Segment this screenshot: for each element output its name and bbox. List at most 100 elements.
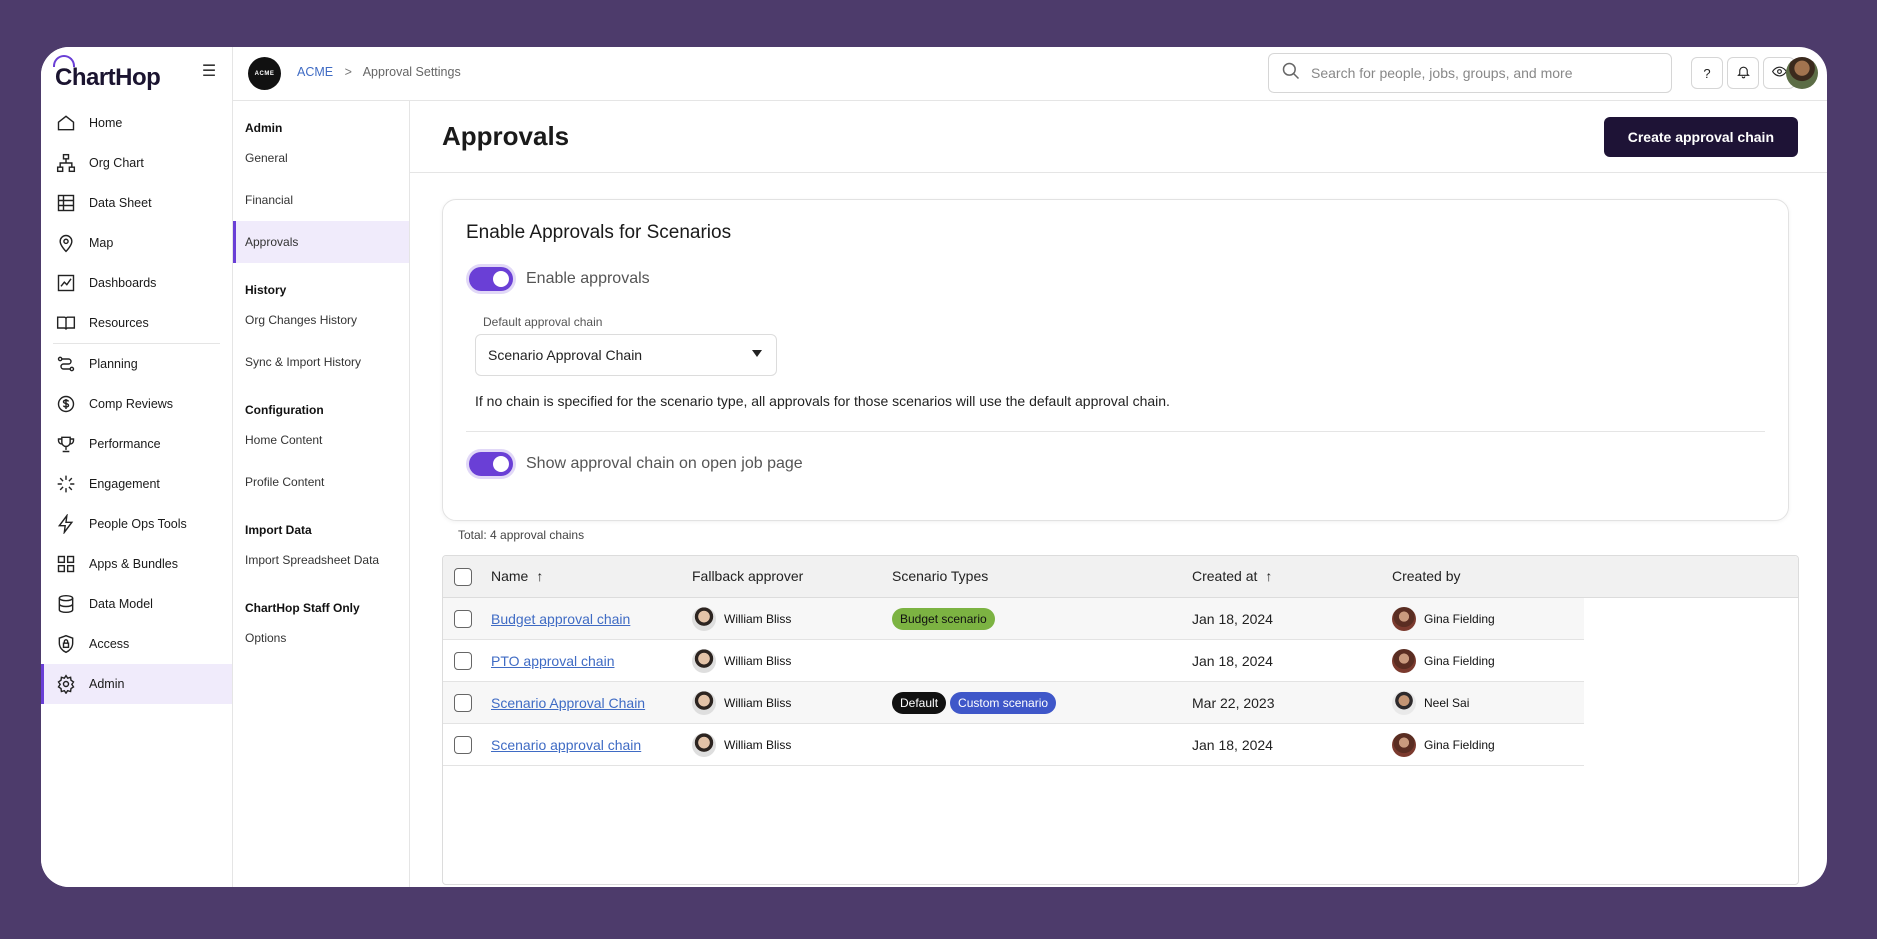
dashboard-icon: [55, 272, 77, 294]
breadcrumb-org-link[interactable]: ACME: [297, 65, 333, 79]
subnav-item-approvals[interactable]: Approvals: [233, 221, 409, 263]
nav-item-dashboards[interactable]: Dashboards: [41, 263, 232, 303]
created-at: Jan 18, 2024: [1192, 611, 1273, 627]
row-checkbox[interactable]: [454, 610, 472, 628]
person-name: William Bliss: [724, 738, 792, 752]
person-name: Gina Fielding: [1424, 738, 1495, 752]
nav-item-comp-reviews[interactable]: Comp Reviews: [41, 384, 232, 424]
subnav-item-options[interactable]: Options: [233, 617, 409, 659]
approval-chain-link[interactable]: Budget approval chain: [491, 611, 630, 627]
column-header-scenario-types[interactable]: Scenario Types: [892, 568, 988, 584]
help-button[interactable]: ?: [1691, 57, 1723, 89]
scenario-tag: Custom scenario: [950, 692, 1057, 714]
fallback-approver[interactable]: William Bliss: [692, 724, 791, 766]
row-checkbox[interactable]: [454, 652, 472, 670]
nav-item-map[interactable]: Map: [41, 223, 232, 263]
subnav-item-home-content[interactable]: Home Content: [233, 419, 409, 461]
default-chain-select[interactable]: Scenario Approval Chain: [475, 334, 777, 376]
subnav-item-import-spreadsheet-data[interactable]: Import Spreadsheet Data: [233, 539, 409, 581]
approval-chain-link[interactable]: Scenario approval chain: [491, 737, 641, 753]
table-row: Scenario Approval Chain William Bliss De…: [443, 682, 1584, 724]
brand[interactable]: ChartHop ☰: [41, 47, 232, 101]
nav-item-label: Map: [89, 236, 114, 250]
bell-icon: [1736, 64, 1751, 82]
created-by[interactable]: Gina Fielding: [1392, 640, 1495, 682]
created-by[interactable]: Gina Fielding: [1392, 724, 1495, 766]
created-at: Mar 22, 2023: [1192, 695, 1275, 711]
nav-item-planning[interactable]: Planning: [41, 344, 232, 384]
create-approval-chain-button[interactable]: Create approval chain: [1603, 117, 1798, 157]
avatar: [692, 733, 716, 757]
brand-logo: ChartHop: [55, 64, 161, 91]
org-logo[interactable]: ACME: [248, 57, 281, 90]
column-scenario-types-label: Scenario Types: [892, 568, 989, 584]
charthop-logo-mark-icon: [53, 55, 75, 67]
subnav-content: Admin General Financial Approvals Histor…: [233, 101, 409, 659]
nav-item-access[interactable]: Access: [41, 624, 232, 664]
scenario-tag: Budget scenario: [892, 608, 995, 630]
nav-item-performance[interactable]: Performance: [41, 424, 232, 464]
chevron-down-icon: [752, 350, 762, 357]
column-header-fallback[interactable]: Fallback approver: [692, 568, 803, 584]
created-at: Jan 18, 2024: [1192, 737, 1273, 753]
org-chart-icon: [55, 152, 77, 174]
show-chain-toggle[interactable]: [469, 452, 513, 476]
enable-approvals-toggle[interactable]: [469, 267, 513, 291]
nav-item-engagement[interactable]: Engagement: [41, 464, 232, 504]
row-checkbox[interactable]: [454, 694, 472, 712]
lock-icon: [55, 633, 77, 655]
nav-item-label: Resources: [89, 316, 149, 330]
search-input[interactable]: [1311, 65, 1651, 81]
select-all-checkbox[interactable]: [454, 568, 472, 586]
person-name: William Bliss: [724, 612, 792, 626]
sparkle-icon: [55, 473, 77, 495]
row-checkbox[interactable]: [454, 736, 472, 754]
nav-item-home[interactable]: Home: [41, 103, 232, 143]
home-icon: [55, 112, 77, 134]
global-search[interactable]: [1268, 53, 1672, 93]
subnav-item-financial[interactable]: Financial: [233, 179, 409, 221]
nav-item-org-chart[interactable]: Org Chart: [41, 143, 232, 183]
subnav-item-profile-content[interactable]: Profile Content: [233, 461, 409, 503]
subnav-item-general[interactable]: General: [233, 137, 409, 179]
person-name: Gina Fielding: [1424, 612, 1495, 626]
user-avatar[interactable]: [1786, 57, 1818, 89]
nav-item-label: Engagement: [89, 477, 160, 491]
notifications-button[interactable]: [1727, 57, 1759, 89]
table-row: Scenario approval chain William Bliss Ja…: [443, 724, 1584, 766]
nav-item-apps-bundles[interactable]: Apps & Bundles: [41, 544, 232, 584]
avatar: [1392, 607, 1416, 631]
nav-item-label: Data Model: [89, 597, 153, 611]
column-header-name[interactable]: Name ↑: [491, 568, 543, 584]
person-name: Gina Fielding: [1424, 654, 1495, 668]
nav-item-people-ops-tools[interactable]: People Ops Tools: [41, 504, 232, 544]
nav-item-label: Performance: [89, 437, 161, 451]
admin-subnav: Admin General Financial Approvals Histor…: [233, 101, 410, 887]
column-header-created-by[interactable]: Created by: [1392, 568, 1460, 584]
column-header-created-at[interactable]: Created at ↑: [1192, 568, 1272, 584]
person-name: Neel Sai: [1424, 696, 1470, 710]
nav-item-label: Apps & Bundles: [89, 557, 178, 571]
subnav-item-sync-import-history[interactable]: Sync & Import History: [233, 341, 409, 383]
collapse-sidebar-icon[interactable]: ☰: [200, 63, 218, 81]
nav-item-admin[interactable]: Admin: [41, 664, 232, 704]
fallback-approver[interactable]: William Bliss: [692, 682, 791, 724]
created-by[interactable]: Gina Fielding: [1392, 598, 1495, 640]
fallback-approver[interactable]: William Bliss: [692, 598, 791, 640]
approval-chain-link[interactable]: Scenario Approval Chain: [491, 695, 645, 711]
page-header: Approvals Create approval chain: [410, 101, 1827, 173]
nav-list: Home Org Chart Data Sheet Map Dashboards…: [41, 103, 232, 704]
fallback-approver[interactable]: William Bliss: [692, 640, 791, 682]
data-sheet-icon: [55, 192, 77, 214]
nav-item-resources[interactable]: Resources: [41, 303, 232, 343]
subnav-heading: Import Data: [245, 523, 312, 537]
map-pin-icon: [55, 232, 77, 254]
nav-item-data-model[interactable]: Data Model: [41, 584, 232, 624]
person-name: William Bliss: [724, 696, 792, 710]
nav-item-data-sheet[interactable]: Data Sheet: [41, 183, 232, 223]
subnav-item-org-changes-history[interactable]: Org Changes History: [233, 299, 409, 341]
approval-chain-link[interactable]: PTO approval chain: [491, 653, 614, 669]
table-header: Name ↑ Fallback approver Scenario Types …: [443, 556, 1798, 598]
created-by[interactable]: Neel Sai: [1392, 682, 1469, 724]
show-chain-label: Show approval chain on open job page: [526, 455, 803, 472]
